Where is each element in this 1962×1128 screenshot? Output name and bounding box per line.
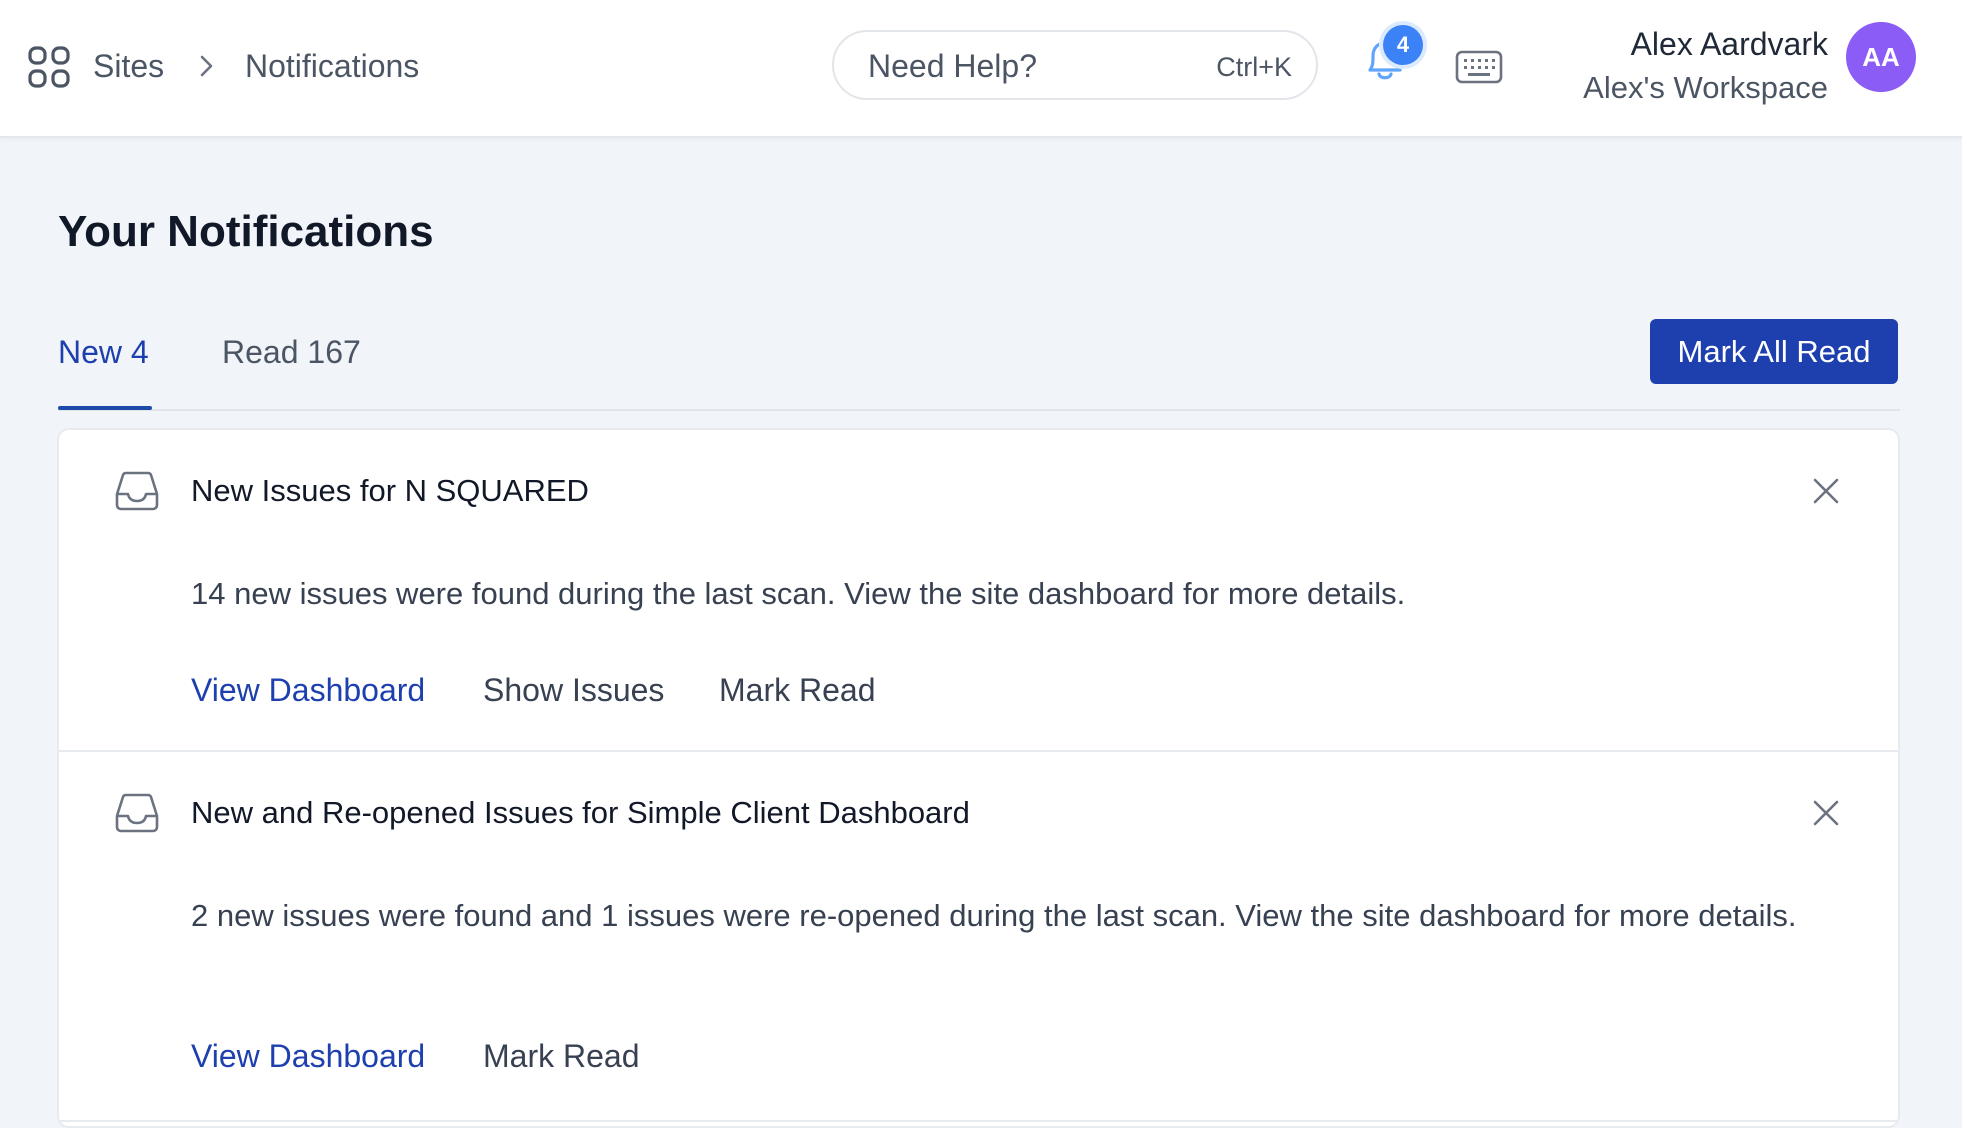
notification-title: New Issues for N SQUARED [191, 473, 589, 508]
user-name[interactable]: Alex Aardvark [1631, 24, 1828, 64]
inbox-icon [115, 793, 159, 833]
breadcrumb-notifications: Notifications [245, 48, 420, 84]
mark-all-read-button[interactable]: Mark All Read [1650, 319, 1898, 384]
page-title: Your Notifications [58, 207, 434, 256]
show-issues-link[interactable]: Show Issues [483, 670, 664, 710]
active-tab-indicator [58, 406, 152, 410]
notification-list: New Issues for N SQUARED 14 new issues w… [57, 428, 1900, 1128]
view-dashboard-link[interactable]: View Dashboard [191, 670, 425, 710]
mark-read-link[interactable]: Mark Read [719, 670, 876, 710]
workspace-name[interactable]: Alex's Workspace [1583, 68, 1828, 108]
notification-message: 2 new issues were found and 1 issues wer… [191, 898, 1797, 933]
close-icon[interactable] [1811, 476, 1841, 506]
notification-count-badge: 4 [1383, 25, 1423, 65]
notification-card: New and Re-opened Issues for Simple Clie… [59, 752, 1898, 1122]
breadcrumb-sites[interactable]: Sites [93, 46, 164, 86]
tabs-divider [58, 409, 1900, 411]
notification-message: 14 new issues were found during the last… [191, 576, 1406, 611]
tab-new[interactable]: New 4 [58, 332, 149, 372]
notification-title: New and Re-opened Issues for Simple Clie… [191, 795, 970, 830]
keyboard-icon[interactable] [1455, 50, 1503, 84]
help-shortcut: Ctrl+K [1216, 52, 1292, 82]
notification-card: New Issues for N SQUARED 14 new issues w… [59, 430, 1898, 752]
grid-icon[interactable] [28, 46, 70, 88]
avatar[interactable]: AA [1846, 22, 1916, 92]
close-icon[interactable] [1811, 798, 1841, 828]
top-bar: Sites Notifications Need Help? Ctrl+K 4 … [0, 0, 1962, 138]
help-search-button[interactable]: Need Help? Ctrl+K [832, 30, 1318, 100]
tab-read[interactable]: Read 167 [222, 332, 361, 372]
chevron-right-icon [200, 55, 213, 77]
view-dashboard-link[interactable]: View Dashboard [191, 1036, 425, 1076]
inbox-icon [115, 471, 159, 511]
mark-read-link[interactable]: Mark Read [483, 1036, 640, 1076]
help-label: Need Help? [868, 48, 1037, 84]
